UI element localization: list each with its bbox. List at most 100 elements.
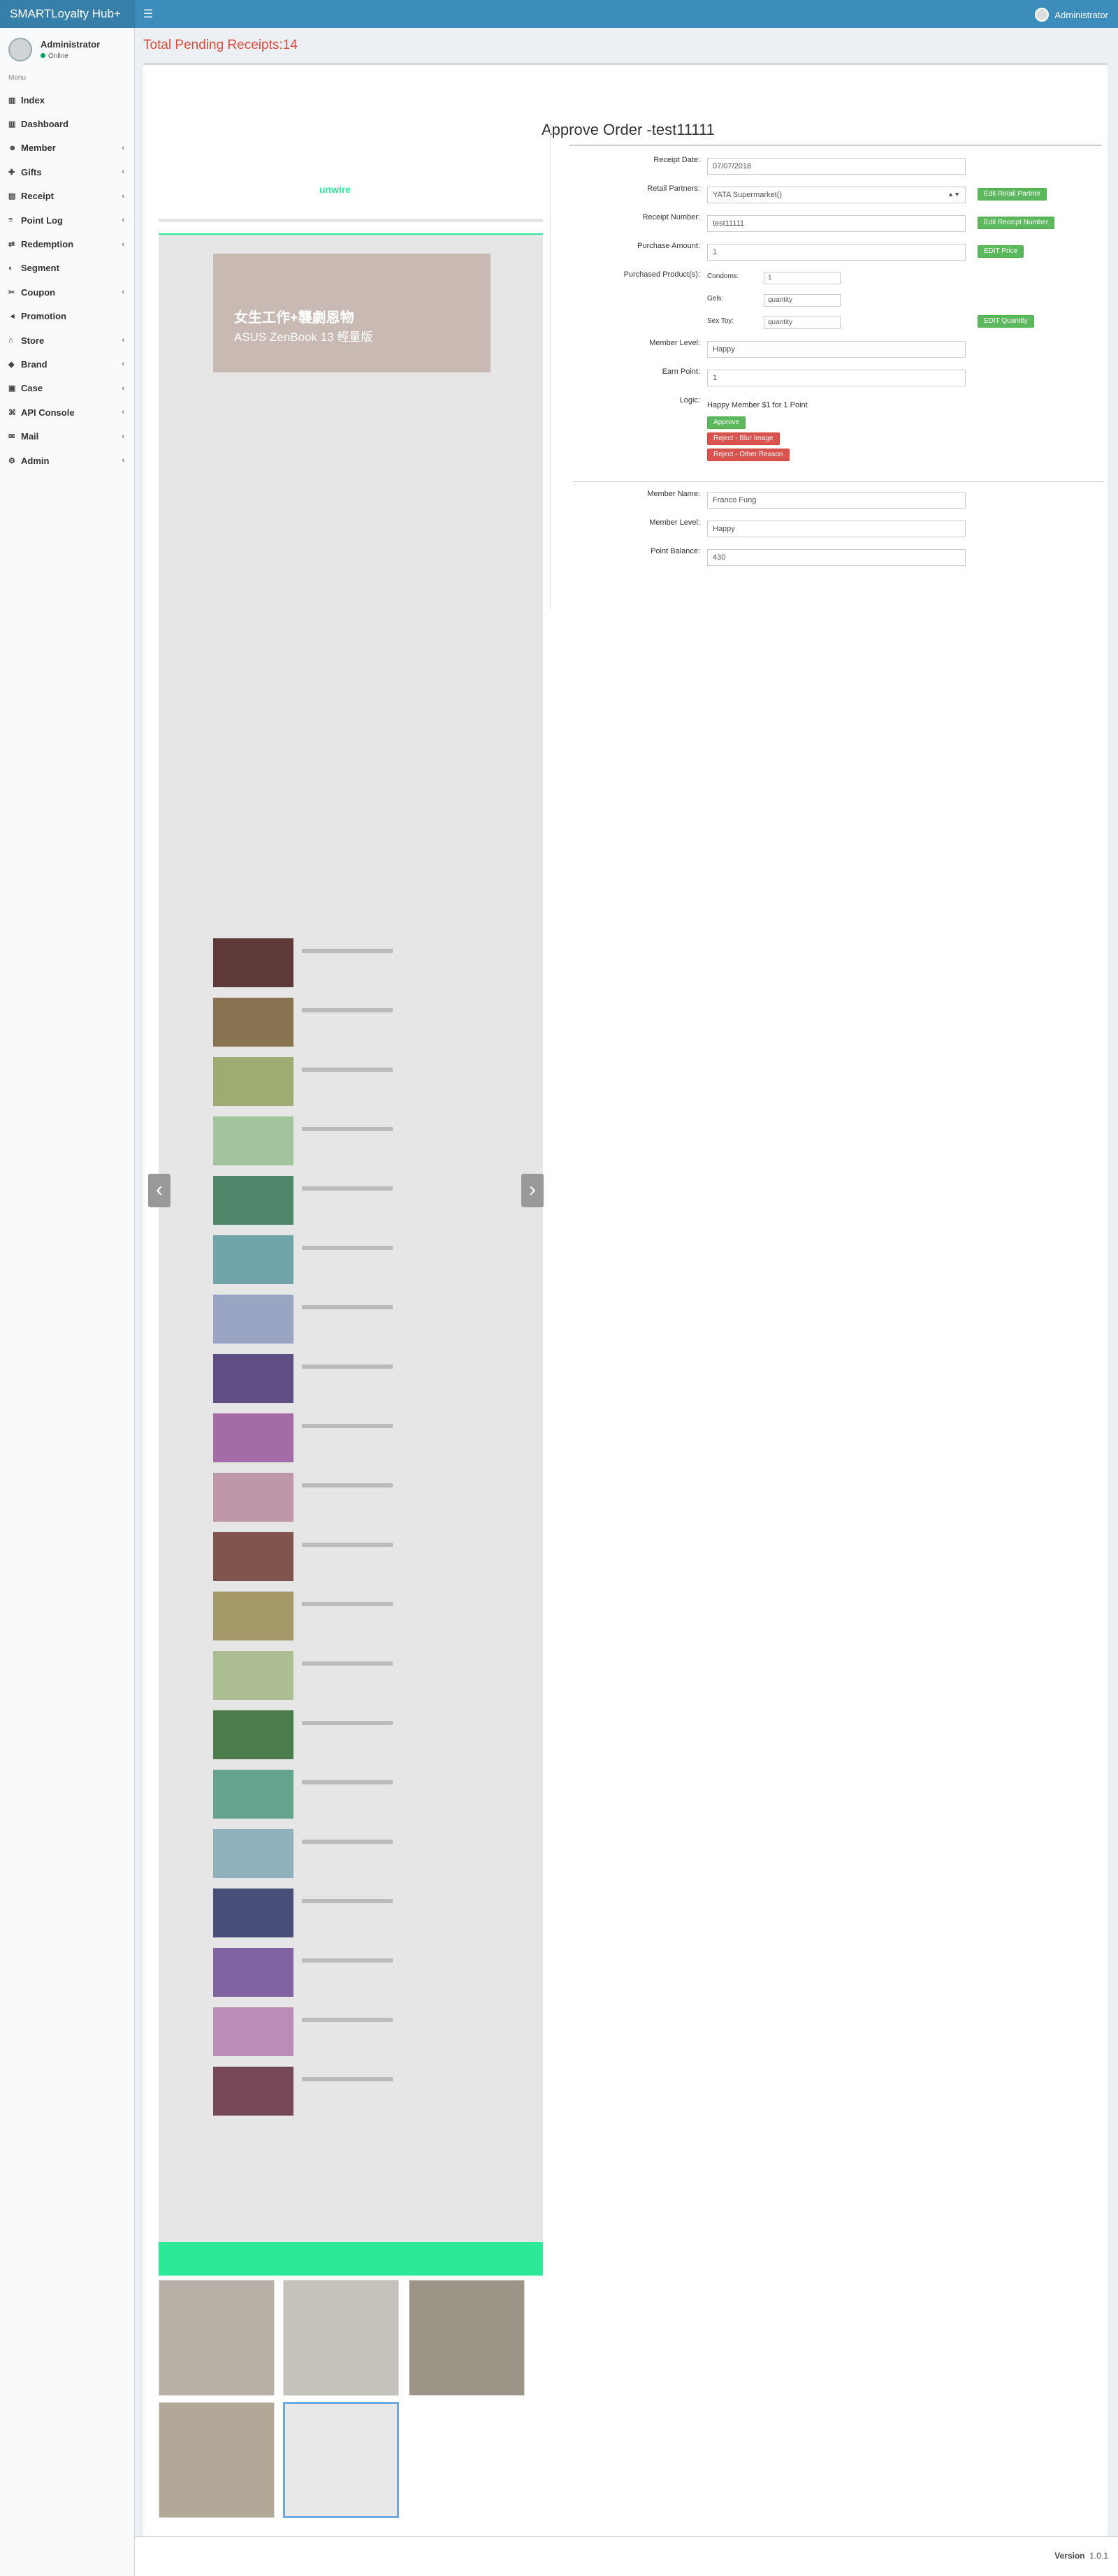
- purchased-products-label: Purchased Product(s):: [623, 270, 700, 279]
- sex-toy-quantity-input[interactable]: quantity: [764, 316, 841, 329]
- approve-button[interactable]: Approve: [707, 416, 746, 429]
- condoms-quantity-input[interactable]: 1: [764, 272, 841, 284]
- sidebar-item-api-console[interactable]: ⌘ API Console ‹: [0, 400, 134, 424]
- reject-blur-image-button[interactable]: Reject - Blur Image: [707, 432, 780, 445]
- sidebar-item-label: Dashboard: [21, 119, 68, 130]
- receipt-thumbnail[interactable]: [283, 2280, 399, 2396]
- preview-article-line: [302, 1365, 393, 1369]
- carousel-next-arrow[interactable]: ›: [521, 1174, 544, 1207]
- version-label: Version: [1054, 2551, 1085, 2561]
- chevron-left-icon: ‹: [122, 143, 124, 152]
- footer: Version 1.0.1: [135, 2536, 1118, 2576]
- sidebar-item-promotion[interactable]: ◄ Promotion: [0, 305, 134, 328]
- menu-header: Menu: [8, 74, 27, 82]
- preview-article-row: [213, 2007, 293, 2056]
- receipt-number-field[interactable]: test11111: [707, 215, 966, 232]
- preview-article-row: [213, 1770, 293, 1819]
- receipt-thumbnail-selected[interactable]: [283, 2402, 399, 2518]
- sidebar-item-store[interactable]: ⌂ Store ‹: [0, 328, 134, 352]
- product-label: Condoms:: [707, 272, 739, 280]
- sidebar-item-label: Point Log: [21, 214, 63, 226]
- sidebar-item-label: API Console: [21, 407, 75, 418]
- receipt-icon: ▤: [8, 192, 16, 201]
- preview-article-row: [213, 1532, 293, 1581]
- edit-price-button[interactable]: EDIT Price: [978, 245, 1024, 258]
- sidebar-item-redemption[interactable]: ⇄ Redemption ‹: [0, 232, 134, 256]
- user-name: Administrator: [41, 39, 101, 50]
- chevron-left-icon: ‹: [122, 191, 124, 201]
- preview-article-row: [213, 1592, 293, 1640]
- preview-article-line: [302, 1008, 393, 1012]
- receipt-number-label: Receipt Number:: [642, 213, 700, 221]
- user-status-text: Online: [48, 52, 68, 60]
- menu-toggle-icon[interactable]: ☰: [143, 7, 153, 21]
- sidebar-item-case[interactable]: ▣ Case ‹: [0, 377, 134, 400]
- sidebar-item-dashboard[interactable]: ▥ Dashboard: [0, 112, 134, 136]
- top-user-name: Administrator: [1054, 9, 1108, 20]
- point-balance-field: 430: [707, 549, 966, 566]
- sidebar: Administrator Online Menu ▥ Index ▥ Dashboa…: [0, 28, 135, 2576]
- receipt-thumbnail[interactable]: [409, 2280, 525, 2396]
- receipt-date-field[interactable]: 07/07/2018: [707, 158, 966, 175]
- preview-article-line: [302, 1721, 393, 1725]
- preview-article-line: [302, 2018, 393, 2022]
- bullhorn-icon: ◄: [8, 312, 16, 321]
- mail-icon: ✉: [8, 432, 15, 442]
- preview-banner: ASUS ZenBook 13 輕量版: [234, 330, 373, 344]
- sidebar-item-point-log[interactable]: ≡ Point Log ‹: [0, 208, 134, 232]
- sidebar-item-brand[interactable]: ◆ Brand ‹: [0, 352, 134, 376]
- preview-hero-image: 女生工作+襲劇恩物 ASUS ZenBook 13 輕量版: [213, 254, 491, 372]
- avatar: [1035, 8, 1050, 22]
- sidebar-item-admin[interactable]: ⚙ Admin ‹: [0, 449, 134, 472]
- edit-receipt-number-button[interactable]: Edit Receipt Number: [978, 217, 1055, 229]
- user-menu[interactable]: Administrator: [1035, 8, 1108, 22]
- retail-partner-label: Retail Partners:: [647, 184, 700, 193]
- sidebar-item-mail[interactable]: ✉ Mail ‹: [0, 424, 134, 448]
- reject-other-reason-button[interactable]: Reject - Other Reason: [707, 449, 790, 461]
- page-title: Approve Order -test11111: [542, 121, 715, 138]
- preview-article-line: [302, 1186, 393, 1191]
- gels-quantity-input[interactable]: quantity: [764, 294, 841, 307]
- admin-icon: ⚙: [8, 456, 15, 465]
- preview-footer-band: [159, 2242, 543, 2276]
- preview-article-row: [213, 1948, 293, 1997]
- chevron-left-icon: ‹: [122, 432, 124, 441]
- preview-article-line: [302, 1424, 393, 1428]
- carousel-prev-arrow[interactable]: ‹: [148, 1174, 170, 1207]
- sidebar-item-receipt[interactable]: ▤ Receipt ‹: [0, 184, 134, 208]
- sidebar-item-label: Admin: [21, 455, 50, 466]
- preview-article-line: [302, 1543, 393, 1547]
- receipt-thumbnail[interactable]: [159, 2280, 275, 2396]
- edit-retail-partner-button[interactable]: Edit Retail Partner: [978, 188, 1047, 201]
- purchase-amount-field[interactable]: 1: [707, 244, 966, 261]
- preview-article-row: [213, 1235, 293, 1284]
- receipt-date-label: Receipt Date:: [653, 156, 700, 164]
- earn-point-field[interactable]: 1: [707, 370, 966, 386]
- preview-article-line: [302, 1127, 393, 1131]
- preview-article-line: [302, 1780, 393, 1784]
- preview-article-line: [302, 1068, 393, 1072]
- preview-article-row: [213, 1829, 293, 1878]
- member-name-label: Member Name:: [647, 490, 700, 498]
- case-icon: ▣: [8, 384, 16, 393]
- preview-nav: [159, 222, 543, 235]
- app-logo[interactable]: SMARTLoyalty Hub+: [0, 0, 135, 28]
- sidebar-item-segment[interactable]: ◐ Segment: [0, 256, 134, 280]
- purchase-amount-label: Purchase Amount:: [637, 242, 700, 250]
- divider: [550, 121, 551, 610]
- sidebar-item-coupon[interactable]: ✂ Coupon ‹: [0, 280, 134, 304]
- ticket-icon: ✂: [8, 288, 15, 297]
- receipt-image-carousel: unwire 女生工作+襲劇恩物 ASUS ZenBook 13 輕量版: [159, 170, 543, 2266]
- preview-article-row: [213, 1176, 293, 1225]
- point-balance-label: Point Balance:: [651, 547, 700, 555]
- preview-article-row: [213, 998, 293, 1047]
- preview-article-row: [213, 1295, 293, 1344]
- sidebar-item-gifts[interactable]: ✚ Gifts ‹: [0, 160, 134, 184]
- preview-article-row: [213, 1473, 293, 1522]
- preview-article-line: [302, 1958, 393, 1963]
- receipt-thumbnail[interactable]: [159, 2402, 275, 2518]
- edit-quantity-button[interactable]: EDIT Quantity: [978, 315, 1034, 328]
- sidebar-item-member[interactable]: ☻ Member ‹: [0, 136, 134, 160]
- sidebar-item-index[interactable]: ▥ Index: [0, 88, 134, 112]
- retail-partner-select[interactable]: YATA Supermarket() ▲▼: [707, 187, 966, 203]
